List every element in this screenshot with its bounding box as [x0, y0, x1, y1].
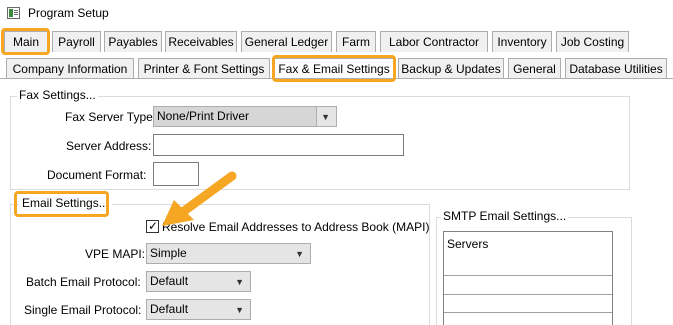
checkmark-icon: ✓: [148, 219, 159, 233]
batch-email-protocol-select[interactable]: Default ▼: [146, 271, 251, 292]
tab-general[interactable]: General: [508, 58, 561, 79]
tab-job-costing[interactable]: Job Costing: [556, 31, 629, 52]
list-row-divider: [444, 294, 612, 295]
batch-email-protocol-label: Batch Email Protocol:: [26, 275, 141, 289]
tab-receivables[interactable]: Receivables: [165, 31, 237, 52]
fax-server-type-select[interactable]: None/Print Driver ▼: [153, 106, 337, 127]
tab-inventory[interactable]: Inventory: [492, 31, 552, 52]
chevron-down-icon: ▼: [321, 112, 330, 122]
chevron-down-icon: ▼: [295, 249, 304, 259]
tab-database-utilities[interactable]: Database Utilities: [565, 58, 667, 79]
title-bar: Program Setup: [0, 0, 673, 28]
fax-server-type-value: None/Print Driver: [157, 109, 250, 123]
smtp-settings-label: SMTP Email Settings...: [441, 209, 569, 223]
list-row-divider: [444, 312, 612, 313]
list-row-divider: [444, 275, 612, 276]
fax-server-type-label: Fax Server Type:: [65, 110, 157, 124]
servers-list-header: Servers: [447, 237, 489, 251]
vpe-mapi-label: VPE MAPI:: [85, 247, 146, 261]
single-email-protocol-label: Single Email Protocol:: [24, 303, 142, 317]
email-settings-label: Email Settings...: [19, 196, 112, 210]
document-format-label: Document Format:: [47, 168, 147, 182]
single-email-protocol-select[interactable]: Default ▼: [146, 299, 251, 320]
tab-farm[interactable]: Farm: [336, 31, 376, 52]
resolve-email-checkbox[interactable]: ✓: [146, 219, 159, 233]
vpe-mapi-value: Simple: [150, 246, 187, 260]
single-email-protocol-value: Default: [150, 302, 189, 316]
app-window-icon: [7, 7, 20, 19]
fax-settings-label: Fax Settings...: [17, 88, 98, 102]
server-address-label: Server Address:: [66, 139, 152, 153]
chevron-down-icon: ▼: [235, 305, 244, 315]
window-title: Program Setup: [28, 6, 109, 20]
tab-fax-email-settings[interactable]: Fax & Email Settings: [274, 58, 394, 79]
tab-company-information[interactable]: Company Information: [6, 58, 134, 79]
batch-email-protocol-value: Default: [150, 274, 189, 288]
vpe-mapi-select[interactable]: Simple ▼: [146, 243, 311, 264]
tab-main[interactable]: Main: [4, 31, 48, 52]
tab-general-ledger[interactable]: General Ledger: [241, 31, 332, 52]
tab-labor-contractor[interactable]: Labor Contractor: [380, 31, 488, 52]
server-address-input[interactable]: [153, 134, 404, 156]
smtp-servers-list[interactable]: Servers: [443, 231, 613, 325]
tab-divider: [0, 78, 673, 79]
tab-payroll[interactable]: Payroll: [52, 31, 101, 52]
tab-backup-updates[interactable]: Backup & Updates: [398, 58, 504, 79]
annotation-arrow-icon: [162, 171, 237, 226]
chevron-down-icon: ▼: [235, 277, 244, 287]
tab-printer-font-settings[interactable]: Printer & Font Settings: [138, 58, 270, 79]
tab-payables[interactable]: Payables: [104, 31, 162, 52]
